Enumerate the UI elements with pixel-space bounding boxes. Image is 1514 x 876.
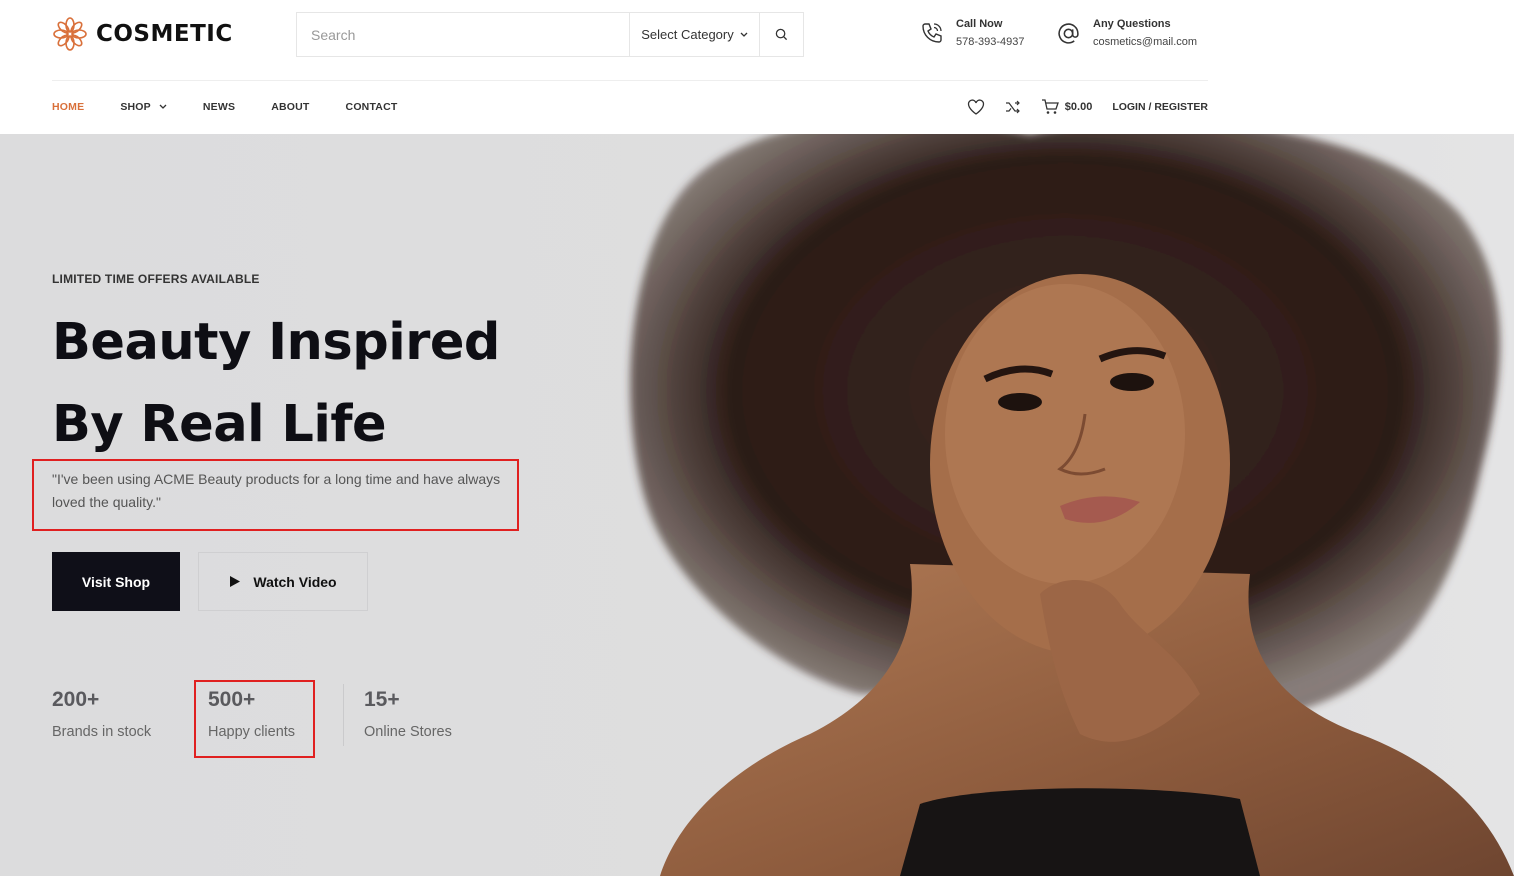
play-icon — [230, 576, 241, 587]
stat-value: 500+ — [208, 688, 256, 711]
stat-clients: 500+ Happy clients — [208, 688, 295, 740]
search-button[interactable] — [759, 13, 803, 56]
at-sign-icon — [1058, 22, 1079, 44]
stat-divider — [343, 684, 344, 746]
cart-total: $0.00 — [1064, 101, 1093, 113]
nav-item-home[interactable]: HOME — [52, 101, 84, 113]
hero-section: LIMITED TIME OFFERS AVAILABLE Beauty Ins… — [0, 134, 1514, 876]
compare-button[interactable] — [1005, 100, 1021, 114]
stat-value: 15+ — [364, 688, 400, 711]
flower-logo-icon — [53, 17, 87, 51]
stat-brands: 200+ Brands in stock — [52, 688, 151, 740]
nav-item-label: CONTACT — [345, 101, 398, 113]
category-select[interactable]: Select Category — [629, 13, 759, 56]
contact-mail[interactable]: Any Questions cosmetics@mail.com — [1056, 18, 1197, 48]
email-address: cosmetics@mail.com — [1093, 36, 1198, 48]
phone-number: 578-393-4937 — [956, 36, 1025, 48]
contact-call[interactable]: Call Now 578-393-4937 — [920, 18, 1025, 48]
stat-label: Brands in stock — [52, 724, 152, 740]
nav-item-about[interactable]: ABOUT — [271, 101, 309, 113]
login-register-link[interactable]: LOGIN / REGISTER — [1112, 101, 1208, 113]
stat-label: Happy clients — [208, 724, 296, 740]
headline-line-2: By Real Life — [52, 395, 387, 454]
phone-icon — [922, 23, 942, 43]
mail-title: Any Questions — [1093, 18, 1171, 30]
hero-quote: "I've been using ACME Beauty products fo… — [52, 471, 501, 510]
header: COSMETIC Select Category Call Now 578-39… — [0, 0, 1514, 80]
brand-name: COSMETIC — [96, 21, 233, 47]
visit-shop-button[interactable]: Visit Shop — [52, 552, 180, 611]
logo[interactable]: COSMETIC — [52, 16, 233, 52]
search-bar: Select Category — [296, 12, 804, 57]
nav-actions: $0.00 LOGIN / REGISTER — [967, 80, 1208, 134]
nav-item-label: SHOP — [120, 101, 151, 113]
nav-item-shop[interactable]: SHOP — [120, 101, 167, 113]
category-select-label: Select Category — [641, 27, 734, 42]
heart-icon — [967, 99, 984, 115]
main-nav: HOME SHOP NEWS ABOUT CONTACT $0.00 LOGIN… — [52, 80, 1208, 134]
stat-stores: 15+ Online Stores — [364, 688, 452, 740]
nav-item-label: ABOUT — [271, 101, 310, 113]
nav-item-label: HOME — [52, 101, 85, 113]
search-input[interactable] — [297, 13, 629, 56]
model-portrait-image — [630, 134, 1514, 876]
shuffle-icon — [1005, 100, 1020, 114]
watch-video-button[interactable]: Watch Video — [198, 552, 368, 611]
watch-video-label: Watch Video — [253, 573, 337, 590]
cart-icon — [1041, 99, 1059, 114]
wishlist-button[interactable] — [967, 99, 985, 115]
search-icon — [775, 28, 788, 41]
chevron-down-icon — [740, 32, 748, 37]
stat-value: 200+ — [52, 688, 100, 711]
stat-label: Online Stores — [364, 724, 452, 740]
nav-item-contact[interactable]: CONTACT — [346, 101, 398, 113]
hero-eyebrow: LIMITED TIME OFFERS AVAILABLE — [52, 272, 260, 286]
nav-item-label: NEWS — [202, 101, 236, 113]
nav-item-news[interactable]: NEWS — [203, 101, 235, 113]
cart-button[interactable]: $0.00 — [1041, 99, 1093, 115]
hero-headline: Beauty Inspired By Real Life — [52, 302, 500, 466]
call-title: Call Now — [956, 18, 1003, 30]
chevron-down-icon — [159, 104, 167, 109]
headline-line-1: Beauty Inspired — [52, 313, 500, 372]
